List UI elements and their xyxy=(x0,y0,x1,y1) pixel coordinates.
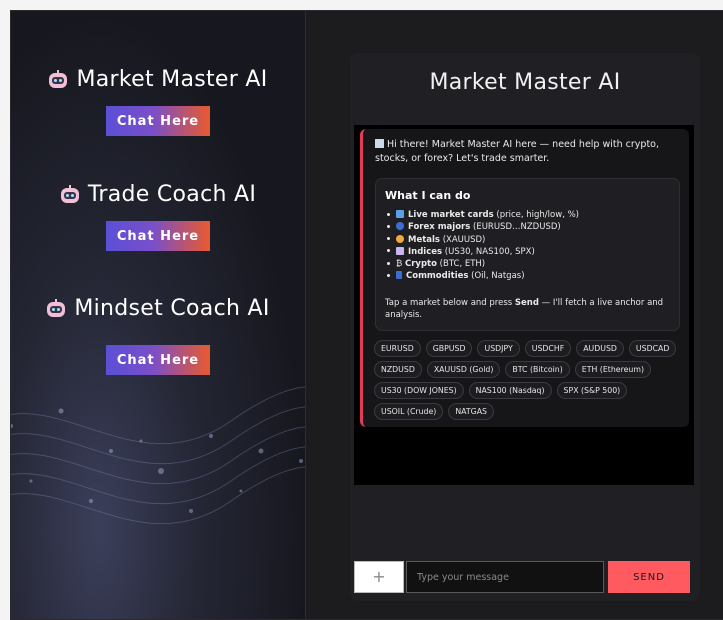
robot-icon xyxy=(46,298,66,319)
bot-title-row: Trade Coach AI xyxy=(11,182,305,207)
bot-card-market-master: Market Master AI Chat Here xyxy=(11,67,305,136)
market-chip[interactable]: EURUSD xyxy=(374,340,421,357)
market-chip[interactable]: ETH (Ethereum) xyxy=(574,361,651,378)
bot-selector-panel: Market Master AI Chat Here Trade Coach A… xyxy=(11,11,306,619)
chat-here-button-trade-coach[interactable]: Chat Here xyxy=(106,221,210,251)
globe-icon xyxy=(396,222,404,231)
market-chip[interactable]: GBPUSD xyxy=(425,340,473,357)
market-chip[interactable]: USOIL (Crude) xyxy=(374,403,444,420)
market-chip[interactable]: USDCAD xyxy=(628,340,677,357)
bitcoin-icon: ₿ xyxy=(396,259,405,270)
chart-up-icon xyxy=(396,246,404,255)
robot-icon xyxy=(48,69,68,90)
bot-title-row: Market Master AI xyxy=(11,67,305,92)
list-item: Forex majors (EURUSD…NZDUSD) xyxy=(385,221,579,233)
market-chip[interactable]: BTC (Bitcoin) xyxy=(505,361,570,378)
chat-panel: Market Master AI Hi there! Market Master… xyxy=(306,11,723,619)
greeting-text: Hi there! Market Master AI here — need h… xyxy=(375,139,659,164)
chat-here-button-mindset-coach[interactable]: Chat Here xyxy=(106,345,210,375)
bot-message-bubble: Hi there! Market Master AI here — need h… xyxy=(360,129,689,427)
list-item: Live market cards (price, high/low, %) xyxy=(385,209,579,221)
capabilities-title: What I can do xyxy=(385,189,471,202)
app-window: Market Master AI Chat Here Trade Coach A… xyxy=(10,10,723,620)
market-chip[interactable]: NZDUSD xyxy=(374,361,422,378)
gold-coin-icon xyxy=(396,234,404,243)
chart-icon xyxy=(396,210,404,218)
market-chip[interactable]: XAUUSD (Gold) xyxy=(426,361,501,378)
chat-window: Market Master AI Hi there! Market Master… xyxy=(350,53,700,601)
market-chip[interactable]: USDCHF xyxy=(524,340,572,357)
market-chip[interactable]: US30 (DOW JONES) xyxy=(374,382,464,399)
market-chip[interactable]: NAS100 (Nasdaq) xyxy=(468,382,552,399)
bot-card-mindset-coach: Mindset Coach AI Chat Here xyxy=(11,296,305,375)
list-item: ₿ Crypto (BTC, ETH) xyxy=(385,258,579,270)
send-button[interactable]: SEND xyxy=(608,561,690,593)
capabilities-list: Live market cards (price, high/low, %) F… xyxy=(385,209,579,283)
list-item: Commodities (Oil, Natgas) xyxy=(385,270,579,282)
attach-plus-button[interactable]: + xyxy=(354,561,404,593)
bot-title-row: Mindset Coach AI xyxy=(11,296,305,321)
bot-card-trade-coach: Trade Coach AI Chat Here xyxy=(11,182,305,251)
chat-here-button-market-master[interactable]: Chat Here xyxy=(106,106,210,136)
instruction-text: Tap a market below and press Send — I'll… xyxy=(385,298,664,320)
message-input[interactable] xyxy=(406,561,604,593)
oil-icon xyxy=(396,271,402,280)
market-chips: EURUSD GBPUSD USDJPY USDCHF AUDUSD USDCA… xyxy=(374,340,690,420)
message-area[interactable]: Hi there! Market Master AI here — need h… xyxy=(354,125,694,485)
robot-icon xyxy=(60,184,80,205)
market-chip[interactable]: SPX (S&P 500) xyxy=(556,382,628,399)
capabilities-card: What I can do Live market cards (price, … xyxy=(375,178,680,331)
market-chip[interactable]: USDJPY xyxy=(477,340,520,357)
chat-title: Market Master AI xyxy=(429,70,621,95)
memo-icon xyxy=(375,139,384,148)
list-item: Metals (XAUUSD) xyxy=(385,234,579,246)
market-chip[interactable]: NATGAS xyxy=(448,403,494,420)
bot-name: Mindset Coach AI xyxy=(74,296,270,321)
market-chip[interactable]: AUDUSD xyxy=(576,340,624,357)
bot-name: Market Master AI xyxy=(76,67,268,92)
composer: + SEND xyxy=(354,561,690,593)
bot-name: Trade Coach AI xyxy=(87,182,257,207)
list-item: Indices (US30, NAS100, SPX) xyxy=(385,246,579,258)
